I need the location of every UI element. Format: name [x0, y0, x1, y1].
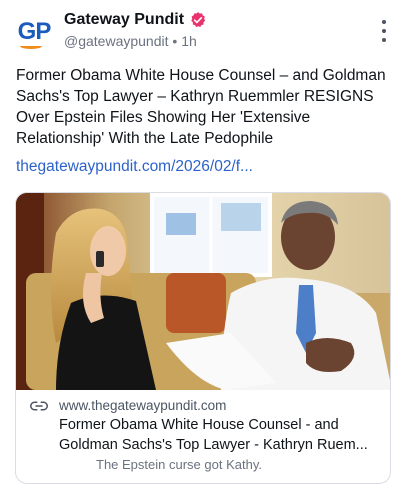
more-vertical-icon[interactable]: [380, 20, 388, 42]
link-preview-image[interactable]: [16, 193, 391, 390]
author-name-row: Gateway Pundit: [64, 11, 207, 29]
link-preview-title: Former Obama White House Counsel - and G…: [59, 415, 385, 455]
meta-separator: •: [172, 33, 178, 49]
link-preview-description: The Epstein curse got Kathy.: [96, 457, 262, 472]
social-post[interactable]: GP Gateway Pundit @gatewaypundit • 1h Fo…: [0, 0, 406, 500]
link-preview-title-line-1: Former Obama White House Counsel - and: [59, 417, 339, 433]
link-icon: [30, 401, 48, 411]
post-time[interactable]: 1h: [181, 33, 197, 49]
link-preview-meta[interactable]: www.thegatewaypundit.com Former Obama Wh…: [16, 390, 390, 483]
author-handle[interactable]: @gatewaypundit: [64, 33, 169, 49]
post-text: Former Obama White House Counsel – and G…: [16, 67, 386, 147]
avatar-initials: GP: [17, 18, 52, 45]
post-link[interactable]: thegatewaypundit.com/2026/02/f...: [16, 158, 253, 176]
avatar[interactable]: GP: [14, 14, 54, 54]
link-preview-title-line-2: Goldman Sachs's Top Lawyer - Kathryn Rue…: [59, 437, 368, 453]
link-preview-domain: www.thegatewaypundit.com: [59, 398, 227, 413]
author-meta-row: @gatewaypundit • 1h: [64, 33, 197, 49]
avatar-swoosh: [20, 43, 42, 49]
verified-badge-icon: [191, 12, 206, 28]
link-preview-card[interactable]: www.thegatewaypundit.com Former Obama Wh…: [15, 192, 391, 484]
author-display-name[interactable]: Gateway Pundit: [64, 11, 184, 29]
